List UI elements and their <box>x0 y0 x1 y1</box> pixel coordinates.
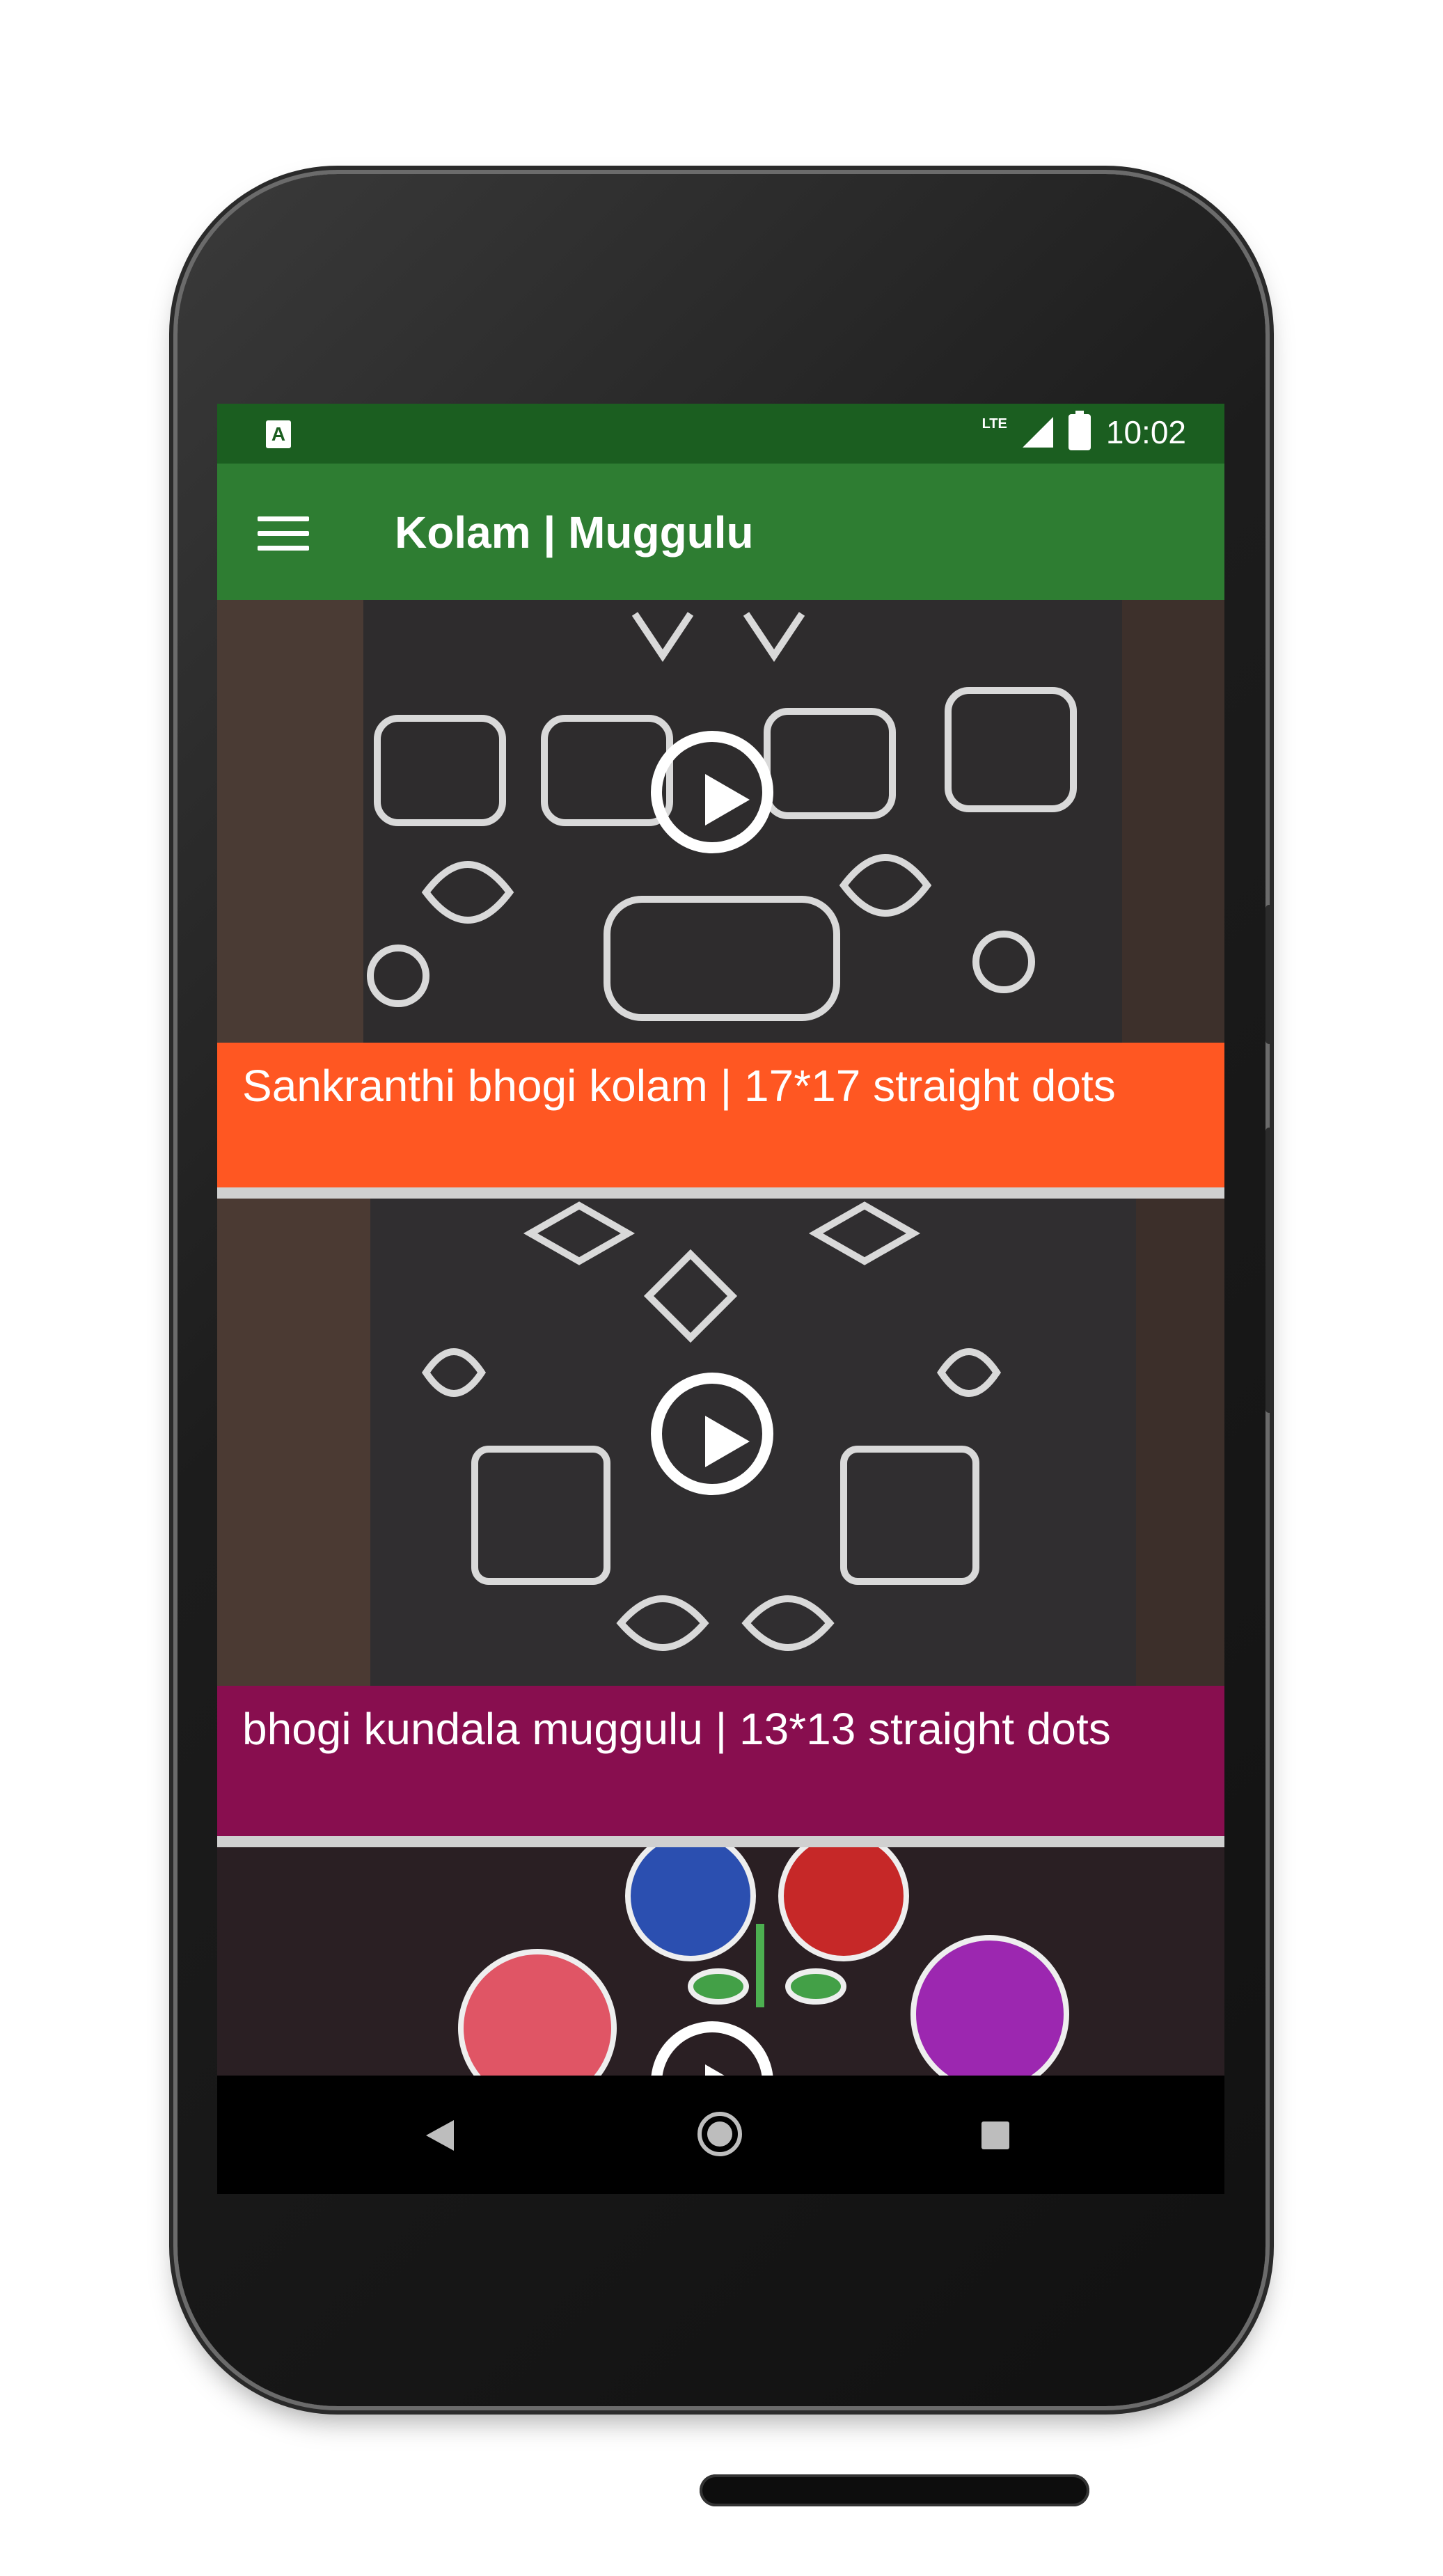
battery-charging-icon <box>1068 411 1091 450</box>
card-divider <box>217 1836 1224 1847</box>
lte-label: LTE <box>981 416 1007 432</box>
video-title: bhogi kundala muggulu | 13*13 straight d… <box>217 1686 1224 1836</box>
play-icon[interactable] <box>651 731 773 853</box>
power-button <box>1265 905 1272 1044</box>
screen: A LTE 10:02 Kolam | Muggulu Sankranthi b… <box>217 404 1224 2194</box>
app-title: Kolam | Muggulu <box>395 507 754 558</box>
video-title: Sankranthi bhogi kolam | 17*17 straight … <box>217 1043 1224 1189</box>
back-icon[interactable] <box>426 2120 454 2151</box>
video-card[interactable] <box>217 1847 1224 2076</box>
play-icon[interactable] <box>651 1373 773 1495</box>
home-icon[interactable] <box>697 2112 742 2156</box>
notification-icon: A <box>266 420 291 448</box>
signal-icon <box>1022 417 1053 448</box>
card-divider <box>217 1187 1224 1199</box>
video-card[interactable]: bhogi kundala muggulu | 13*13 straight d… <box>217 1199 1224 1847</box>
hamburger-menu-icon[interactable] <box>258 516 309 551</box>
video-card[interactable]: Sankranthi bhogi kolam | 17*17 straight … <box>217 600 1224 1199</box>
status-time: 10:02 <box>1105 414 1186 450</box>
volume-button <box>1265 1128 1272 1413</box>
recents-icon[interactable] <box>981 2121 1009 2149</box>
navigation-bar <box>217 2076 1224 2194</box>
bottom-speaker <box>700 2474 1089 2506</box>
status-bar: A LTE 10:02 <box>217 404 1224 464</box>
app-toolbar: Kolam | Muggulu <box>217 464 1224 600</box>
